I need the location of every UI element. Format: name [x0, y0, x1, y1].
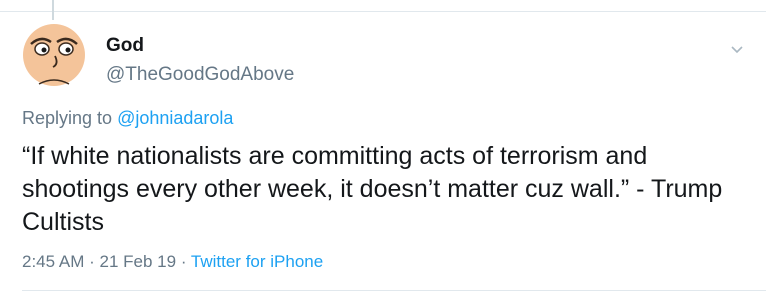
chevron-down-icon — [731, 46, 743, 54]
tweet-menu-button[interactable] — [730, 42, 744, 54]
avatar[interactable] — [21, 22, 87, 88]
display-name[interactable]: God — [106, 35, 144, 57]
replying-to-label: Replying to — [22, 108, 113, 128]
tweet-date[interactable]: 21 Feb 19 — [100, 252, 177, 271]
meta-separator: · — [180, 252, 187, 271]
tweet-text: “If white nationalists are committing ac… — [22, 142, 723, 236]
tweet-source-link[interactable]: Twitter for iPhone — [191, 252, 323, 271]
user-handle[interactable]: @TheGoodGodAbove — [106, 64, 294, 86]
bottom-divider — [22, 290, 766, 291]
thread-connector-line — [52, 0, 54, 20]
replying-to-line: Replying to @johniadarola — [22, 108, 233, 129]
tweet-meta: 2:45 AM · 21 Feb 19 · Twitter for iPhone — [22, 252, 323, 272]
cartoon-face-icon — [23, 24, 85, 86]
meta-separator: · — [89, 252, 95, 271]
replying-to-mention[interactable]: @johniadarola — [117, 108, 233, 128]
top-divider — [0, 11, 766, 12]
tweet-time[interactable]: 2:45 AM — [22, 252, 84, 271]
